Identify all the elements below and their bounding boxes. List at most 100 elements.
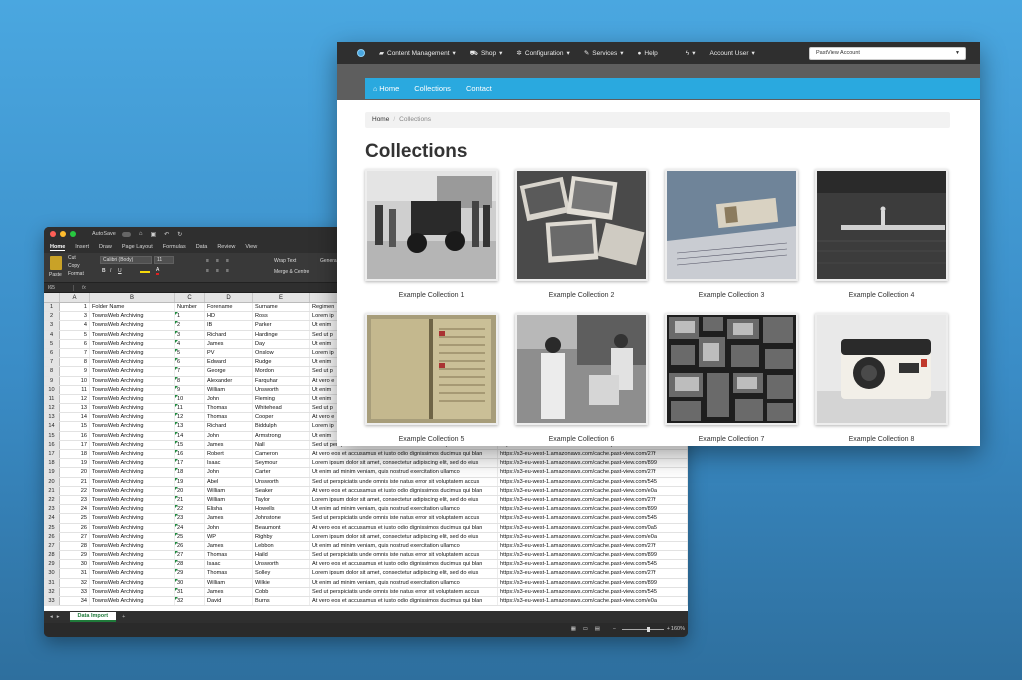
page-layout-view-icon[interactable]: ▭ <box>583 626 588 632</box>
table-cell[interactable]: 3 <box>60 312 90 321</box>
table-cell[interactable]: Rudge <box>253 358 310 367</box>
table-cell[interactable]: TownsWeb Archiving <box>90 514 175 523</box>
table-cell[interactable]: 4 <box>175 339 205 348</box>
table-cell[interactable]: At vero eos et accusamus et iusto odio d… <box>310 597 498 606</box>
sheet-tab-data-import[interactable]: Data Import <box>69 612 117 622</box>
table-cell[interactable]: 29 <box>60 551 90 560</box>
table-cell[interactable]: William <box>205 495 253 505</box>
tab-draw[interactable]: Draw <box>99 244 112 250</box>
row-header[interactable]: 13 <box>44 413 60 422</box>
collection-caption[interactable]: Example Collection 1 <box>365 292 498 299</box>
table-cell[interactable]: 19 <box>175 477 205 486</box>
table-cell[interactable]: https://s3-eu-west-1.amazonaws.com/cache… <box>498 486 688 495</box>
table-cell[interactable]: Ut enim ad minim veniam, quis nostrud ex… <box>310 541 498 551</box>
table-cell[interactable]: https://s3-eu-west-1.amazonaws.com/cache… <box>498 597 688 606</box>
table-cell[interactable]: James <box>205 541 253 551</box>
collection-caption[interactable]: Example Collection 8 <box>815 436 948 443</box>
table-cell[interactable]: https://s3-eu-west-1.amazonaws.com/cache… <box>498 587 688 596</box>
table-cell[interactable]: William <box>205 486 253 495</box>
tab-review[interactable]: Review <box>217 244 235 250</box>
nav-configuration[interactable]: ✲ Configuration ▾ <box>516 49 569 58</box>
column-header-c[interactable]: C <box>175 293 205 302</box>
table-cell[interactable]: 14 <box>175 431 205 440</box>
home-icon[interactable]: ⌂ <box>139 231 143 237</box>
breadcrumb-home[interactable]: Home <box>372 116 389 123</box>
table-cell[interactable]: TownsWeb Archiving <box>90 385 175 394</box>
table-cell[interactable]: 12 <box>175 413 205 422</box>
table-cell[interactable]: TownsWeb Archiving <box>90 440 175 449</box>
table-cell[interactable]: 3 <box>175 330 205 339</box>
table-cell[interactable]: Surname <box>253 303 310 312</box>
prev-sheet-icon[interactable]: ◂ <box>50 614 53 620</box>
font-size-select[interactable]: 11 <box>154 256 174 264</box>
collection-caption[interactable]: Example Collection 4 <box>815 292 948 299</box>
table-cell[interactable]: 33 <box>60 587 90 596</box>
table-cell[interactable]: Cobb <box>253 587 310 596</box>
align-middle-icon[interactable]: ≡ <box>216 258 219 264</box>
column-header-b[interactable]: B <box>90 293 175 302</box>
table-cell[interactable]: Robert <box>205 450 253 459</box>
row-header[interactable]: 15 <box>44 431 60 440</box>
table-cell[interactable]: 5 <box>60 330 90 339</box>
table-cell[interactable]: Sed ut perspiciatis unde omnis iste natu… <box>310 551 498 560</box>
table-cell[interactable]: 23 <box>60 495 90 505</box>
table-cell[interactable]: 14 <box>60 413 90 422</box>
table-cell[interactable]: TownsWeb Archiving <box>90 597 175 606</box>
nav-content-management[interactable]: ▰ Content Management ▾ <box>379 49 456 58</box>
row-header[interactable]: 10 <box>44 385 60 394</box>
zoom-level[interactable]: 160% <box>671 626 685 632</box>
table-cell[interactable]: Ut enim ad minim veniam, quis nostrud ex… <box>310 505 498 514</box>
table-cell[interactable]: 1 <box>175 312 205 321</box>
quick-actions-menu[interactable]: ϟ ▾ <box>686 49 696 58</box>
row-header[interactable]: 32 <box>44 587 60 596</box>
align-right-icon[interactable]: ≡ <box>226 268 229 274</box>
table-cell[interactable]: 16 <box>60 431 90 440</box>
app-logo-icon[interactable] <box>357 49 365 57</box>
table-cell[interactable]: TownsWeb Archiving <box>90 551 175 560</box>
table-cell[interactable]: Whitehead <box>253 404 310 413</box>
table-cell[interactable]: TownsWeb Archiving <box>90 376 175 385</box>
row-header[interactable]: 22 <box>44 495 60 505</box>
table-cell[interactable]: Alexander <box>205 376 253 385</box>
table-cell[interactable]: 2 <box>175 321 205 330</box>
account-select[interactable]: PastView Account ▼ <box>809 47 966 60</box>
table-cell[interactable]: TownsWeb Archiving <box>90 459 175 468</box>
tab-insert[interactable]: Insert <box>75 244 89 250</box>
table-cell[interactable]: Day <box>253 339 310 348</box>
table-cell[interactable]: TownsWeb Archiving <box>90 578 175 587</box>
column-header-d[interactable]: D <box>205 293 253 302</box>
table-cell[interactable]: TownsWeb Archiving <box>90 339 175 348</box>
table-cell[interactable]: Howells <box>253 505 310 514</box>
next-sheet-icon[interactable]: ▸ <box>57 614 60 620</box>
table-cell[interactable]: TownsWeb Archiving <box>90 330 175 339</box>
table-cell[interactable]: TownsWeb Archiving <box>90 468 175 477</box>
table-cell[interactable]: Johnstone <box>253 514 310 523</box>
table-cell[interactable]: https://s3-eu-west-1.amazonaws.com/cache… <box>498 477 688 486</box>
align-center-icon[interactable]: ≡ <box>216 268 219 274</box>
table-cell[interactable]: https://s3-eu-west-1.amazonaws.com/cache… <box>498 450 688 459</box>
collection-card[interactable]: Example Collection 4 <box>815 169 948 299</box>
table-cell[interactable]: TownsWeb Archiving <box>90 569 175 578</box>
table-cell[interactable]: Righby <box>253 532 310 541</box>
table-cell[interactable]: https://s3-eu-west-1.amazonaws.com/cache… <box>498 551 688 560</box>
table-cell[interactable]: Beaumont <box>253 523 310 532</box>
table-cell[interactable]: Carter <box>253 468 310 477</box>
table-cell[interactable]: Unsworth <box>253 385 310 394</box>
table-cell[interactable]: HD <box>205 312 253 321</box>
table-cell[interactable]: Nall <box>253 440 310 449</box>
redo-icon[interactable]: ↻ <box>177 231 182 238</box>
underline-button[interactable]: U <box>118 268 122 274</box>
row-header[interactable]: 26 <box>44 532 60 541</box>
row-header[interactable]: 5 <box>44 339 60 348</box>
name-box[interactable]: I65 <box>44 284 74 291</box>
table-cell[interactable]: 32 <box>175 597 205 606</box>
cut-button[interactable]: Cut <box>68 255 76 261</box>
table-cell[interactable]: 32 <box>60 578 90 587</box>
copy-button[interactable]: Copy <box>68 263 80 269</box>
nav-help[interactable]: ● Help <box>637 50 657 57</box>
table-cell[interactable]: 16 <box>175 450 205 459</box>
table-cell[interactable]: 17 <box>175 459 205 468</box>
table-cell[interactable]: https://s3-eu-west-1.amazonaws.com/cache… <box>498 560 688 569</box>
table-cell[interactable]: 27 <box>60 532 90 541</box>
table-cell[interactable]: Number <box>175 303 205 312</box>
